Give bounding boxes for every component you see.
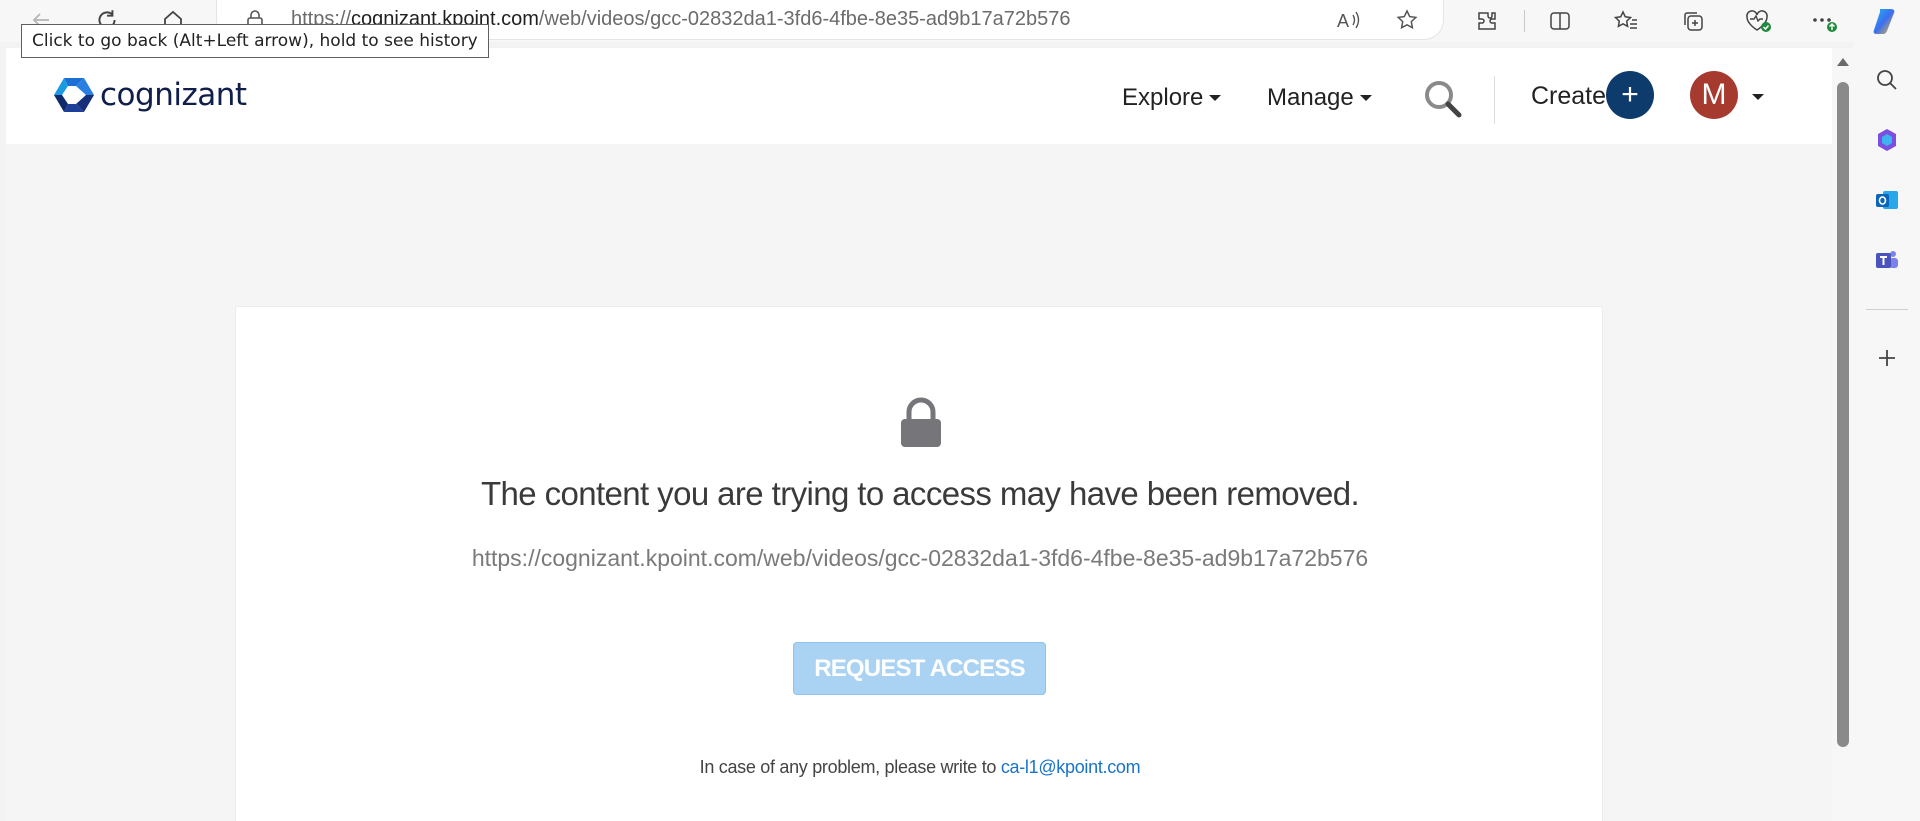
create-button[interactable]: + — [1606, 71, 1654, 119]
read-aloud-icon[interactable]: A — [1335, 6, 1363, 34]
create-label[interactable]: Create — [1531, 82, 1606, 111]
avatar-chevron-down-icon[interactable] — [1752, 94, 1764, 100]
access-removed-card: The content you are trying to access may… — [235, 306, 1603, 821]
chevron-down-icon — [1359, 95, 1372, 101]
support-email-link[interactable]: ca-l1@kpoint.com — [1001, 757, 1141, 777]
toolbar-divider — [1524, 10, 1525, 32]
search-icon[interactable] — [1422, 78, 1464, 125]
edge-sidebar — [1854, 42, 1920, 821]
plus-icon: + — [1621, 78, 1639, 111]
explore-label: Explore — [1122, 84, 1204, 111]
lock-icon — [899, 397, 943, 454]
cognizant-logo-mark — [54, 78, 94, 112]
back-button-tooltip: Click to go back (Alt+Left arrow), hold … — [21, 24, 489, 58]
page-scrollbar[interactable] — [1832, 48, 1854, 821]
extensions-icon[interactable] — [1470, 4, 1504, 38]
copilot-icon[interactable] — [1870, 4, 1904, 38]
favorites-icon[interactable] — [1609, 4, 1643, 38]
chevron-down-icon — [1209, 95, 1222, 101]
cognizant-logo[interactable]: cognizant — [52, 76, 247, 114]
avatar[interactable]: M — [1690, 71, 1738, 119]
svg-text:A: A — [1337, 11, 1349, 31]
add-icon[interactable] — [1869, 340, 1905, 376]
sidebar-divider — [1866, 309, 1908, 310]
avatar-initial: M — [1701, 78, 1727, 111]
search-icon[interactable] — [1869, 62, 1905, 98]
manage-label: Manage — [1267, 84, 1354, 111]
logo-text: cognizant — [100, 77, 247, 113]
copilot-apps-icon[interactable] — [1869, 122, 1905, 158]
teams-icon[interactable] — [1869, 242, 1905, 278]
outlook-icon[interactable] — [1869, 182, 1905, 218]
support-text: In case of any problem, please write to … — [236, 757, 1604, 778]
collections-icon[interactable] — [1676, 4, 1710, 38]
header-divider — [1494, 76, 1495, 124]
scroll-thumb[interactable] — [1837, 82, 1849, 747]
site-header: cognizant Explore Manage Create + M — [6, 48, 1836, 144]
favorite-star-icon[interactable] — [1393, 6, 1421, 34]
support-text-label: In case of any problem, please write to — [699, 757, 997, 777]
browser-toolbar: https://cognizant.kpoint.com/web/videos/… — [0, 0, 1920, 58]
web-page: cognizant Explore Manage Create + M The … — [6, 48, 1836, 821]
request-access-button[interactable]: REQUEST ACCESS — [793, 642, 1046, 695]
more-icon[interactable] — [1807, 4, 1841, 38]
manage-menu[interactable]: Manage — [1267, 84, 1372, 112]
browser-essentials-icon[interactable] — [1741, 4, 1775, 38]
scroll-up-arrow-icon[interactable] — [1837, 58, 1849, 66]
content-url: https://cognizant.kpoint.com/web/videos/… — [471, 545, 1369, 571]
url-path: /web/videos/gcc-02832da1-3fd6-4fbe-8e35-… — [538, 8, 1071, 30]
split-screen-icon[interactable] — [1543, 4, 1577, 38]
removed-message: The content you are trying to access may… — [480, 475, 1360, 512]
explore-menu[interactable]: Explore — [1122, 84, 1222, 112]
